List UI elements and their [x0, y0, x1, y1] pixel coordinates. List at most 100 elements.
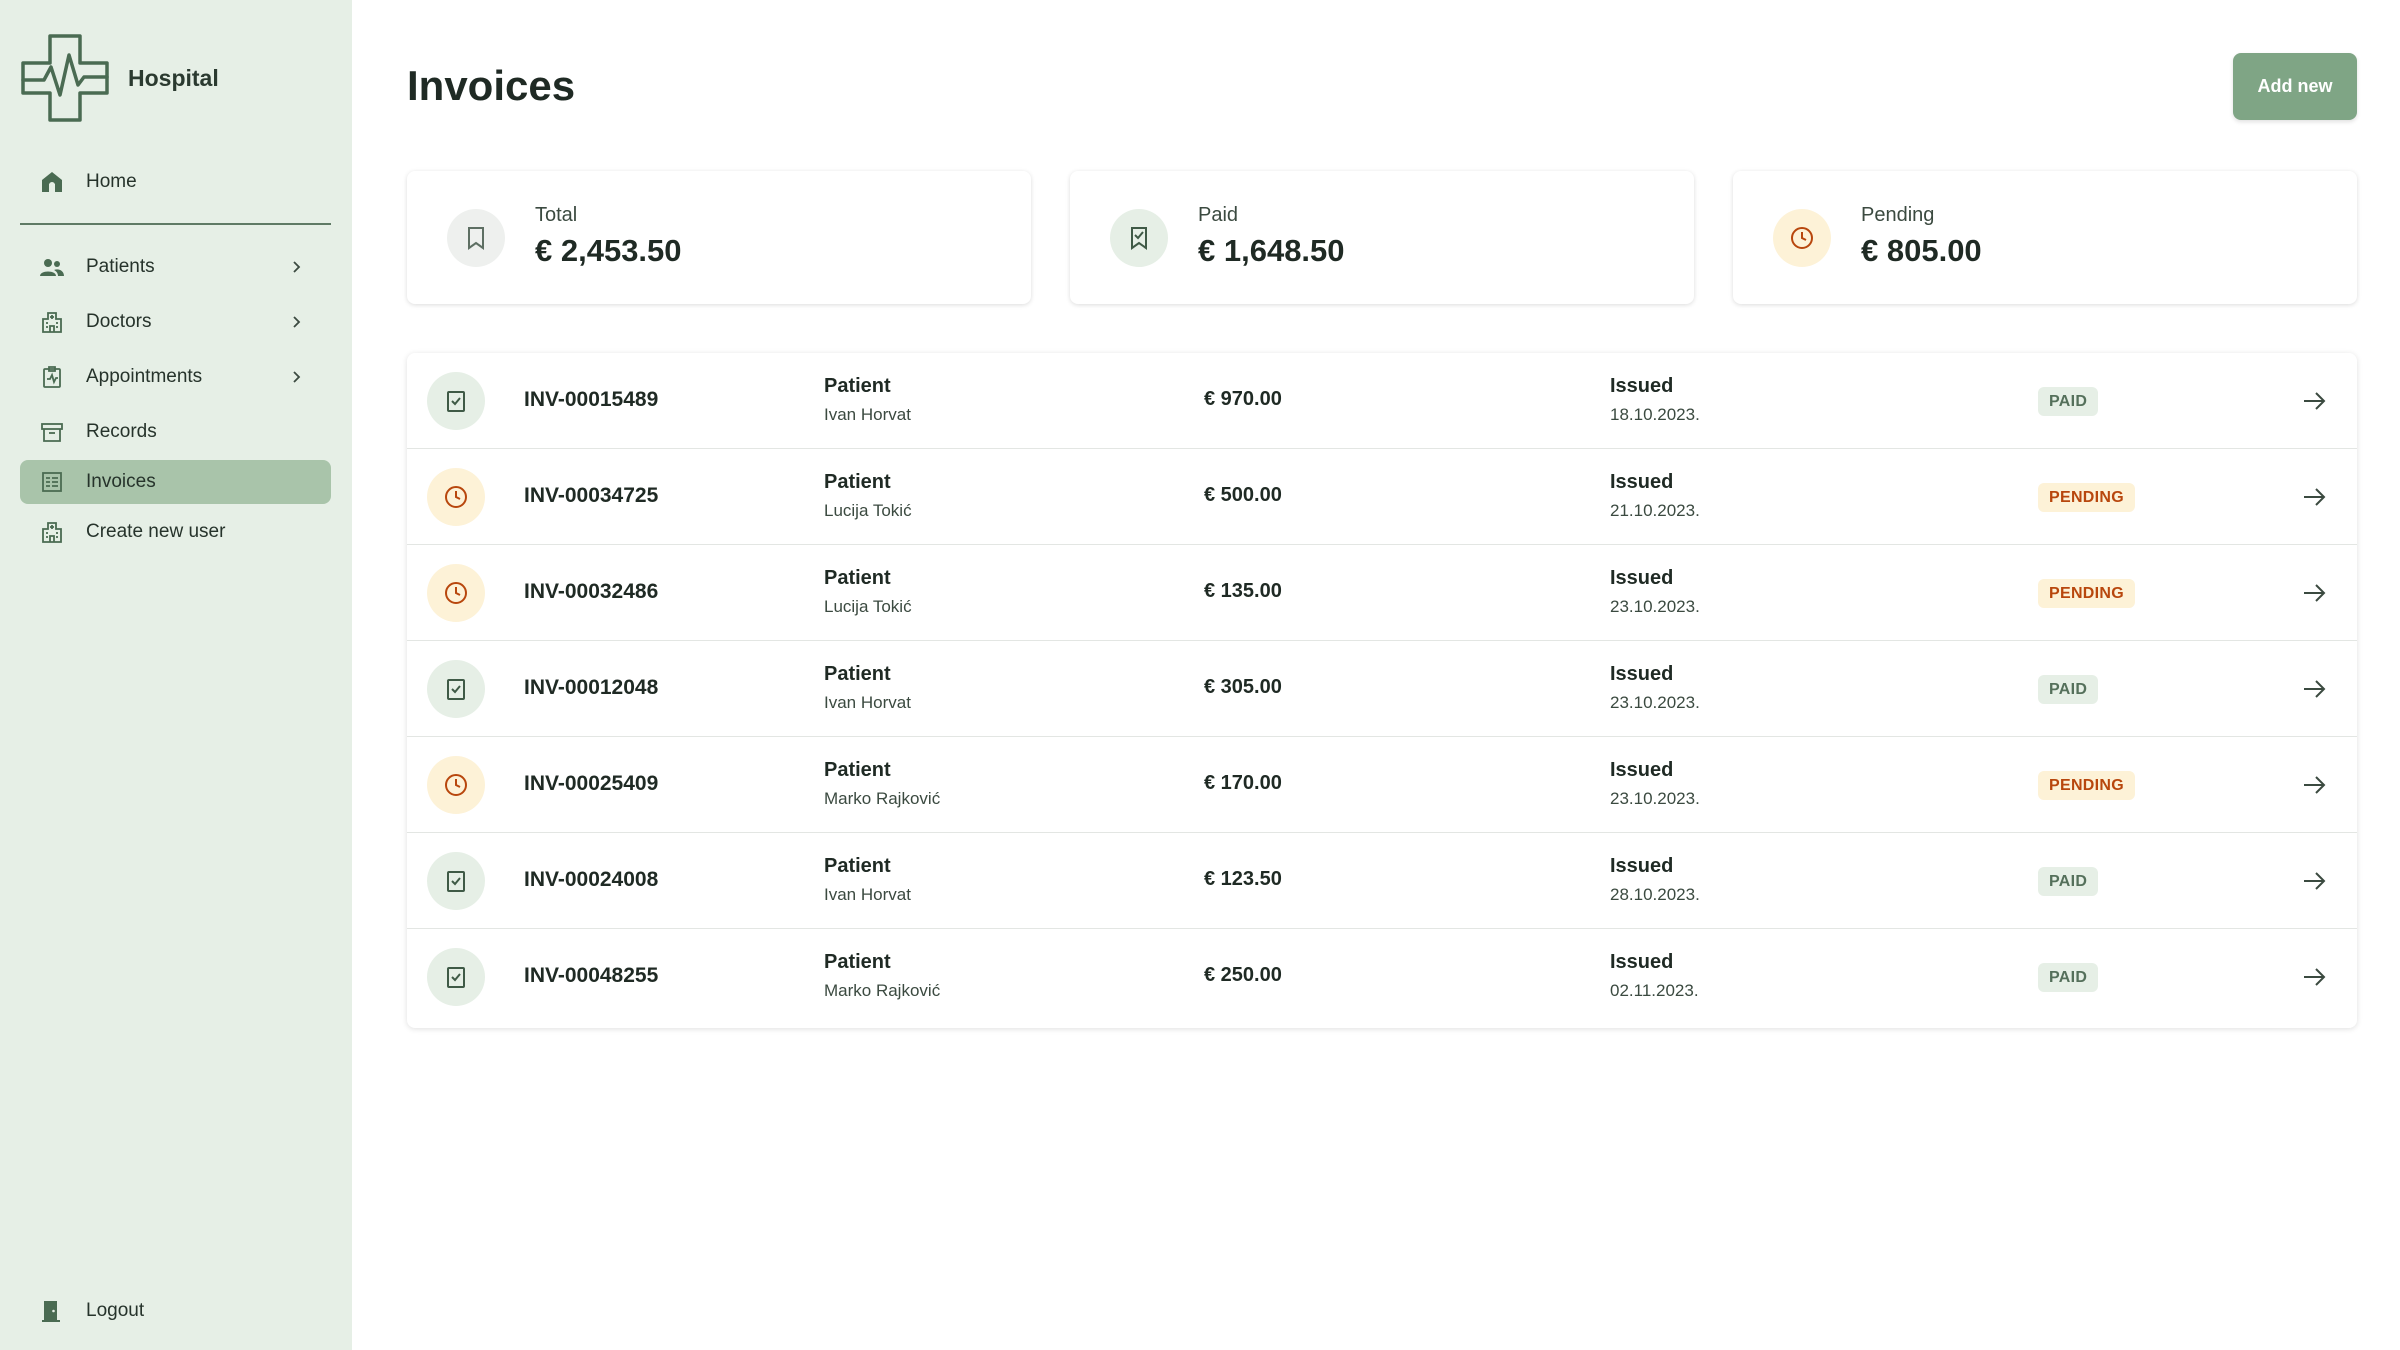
invoice-amount: € 135.00 — [1204, 580, 1282, 602]
patient-name: Lucija Tokić — [824, 597, 912, 616]
table-row[interactable]: INV-00024008 Patient Ivan Horvat € 123.5… — [407, 833, 2357, 929]
archive-icon — [39, 419, 65, 445]
issued-date: 18.10.2023. — [1610, 405, 1700, 424]
arrow-right-icon[interactable] — [2301, 676, 2327, 702]
stat-card-paid: Paid € 1,648.50 — [1070, 171, 1694, 304]
sidebar-item-label: Create new user — [86, 521, 226, 542]
sidebar-item-create-new-user[interactable]: Create new user — [20, 510, 331, 554]
receipt-check-icon — [427, 852, 485, 910]
invoice-id: INV-00012048 — [524, 676, 659, 699]
patient-label: Patient — [824, 663, 891, 685]
invoice-id: INV-00015489 — [524, 388, 659, 411]
arrow-right-icon[interactable] — [2301, 868, 2327, 894]
invoice-id: INV-00034725 — [524, 484, 659, 507]
sidebar-item-doctors[interactable]: Doctors — [20, 300, 331, 344]
invoice-table: INV-00015489 Patient Ivan Horvat € 970.0… — [407, 353, 2357, 1028]
issued-label: Issued — [1610, 855, 1674, 877]
invoice-amount: € 123.50 — [1204, 868, 1282, 890]
patient-name: Marko Rajković — [824, 789, 941, 808]
building-icon — [39, 519, 65, 545]
arrow-right-icon[interactable] — [2301, 484, 2327, 510]
sidebar: Hospital Home Patients Doctors Appointme… — [0, 0, 352, 1350]
issued-label: Issued — [1610, 759, 1674, 781]
sidebar-item-label: Appointments — [86, 366, 203, 387]
logout-label: Logout — [86, 1300, 145, 1321]
receipt-check-icon — [427, 948, 485, 1006]
invoice-id: INV-00032486 — [524, 580, 659, 603]
receipt-check-icon — [427, 660, 485, 718]
invoice-id: INV-00024008 — [524, 868, 659, 891]
stat-value: € 805.00 — [1861, 233, 1982, 268]
add-new-button[interactable]: Add new — [2233, 53, 2357, 120]
stat-label: Paid — [1198, 204, 1239, 226]
patient-label: Patient — [824, 759, 891, 781]
issued-label: Issued — [1610, 567, 1674, 589]
patient-name: Lucija Tokić — [824, 501, 912, 520]
brand[interactable]: Hospital — [20, 33, 219, 123]
patient-label: Patient — [824, 951, 891, 973]
sidebar-item-label: Invoices — [86, 471, 156, 492]
chevron-right-icon — [293, 261, 301, 273]
receipt-icon — [447, 209, 505, 267]
receipt-icon — [39, 469, 65, 495]
issued-label: Issued — [1610, 663, 1674, 685]
table-row[interactable]: INV-00048255 Patient Marko Rajković € 25… — [407, 929, 2357, 1025]
sidebar-item-home[interactable]: Home — [20, 160, 331, 204]
building-icon — [39, 309, 65, 335]
status-badge: PENDING — [2038, 579, 2135, 608]
invoice-amount: € 170.00 — [1204, 772, 1282, 794]
hospital-logo-icon — [21, 34, 109, 122]
chevron-right-icon — [293, 316, 301, 328]
patient-label: Patient — [824, 375, 891, 397]
door-exit-icon — [39, 1298, 65, 1324]
arrow-right-icon[interactable] — [2301, 580, 2327, 606]
issued-date: 23.10.2023. — [1610, 789, 1700, 808]
patient-name: Marko Rajković — [824, 981, 941, 1000]
brand-name: Hospital — [128, 64, 219, 91]
receipt-check-icon — [1110, 209, 1168, 267]
sidebar-item-appointments[interactable]: Appointments — [20, 355, 331, 399]
sidebar-item-patients[interactable]: Patients — [20, 245, 331, 289]
logout-button[interactable]: Logout — [20, 1289, 144, 1333]
stat-label: Total — [535, 204, 578, 226]
invoice-amount: € 250.00 — [1204, 964, 1282, 986]
table-row[interactable]: INV-00025409 Patient Marko Rajković € 17… — [407, 737, 2357, 833]
issued-date: 02.11.2023. — [1610, 981, 1699, 1000]
status-badge: PAID — [2038, 675, 2099, 704]
stat-card-total: Total € 2,453.50 — [407, 171, 1031, 304]
stat-label: Pending — [1861, 204, 1935, 226]
users-icon — [39, 254, 65, 280]
invoice-amount: € 305.00 — [1204, 676, 1282, 698]
clock-icon — [427, 756, 485, 814]
sidebar-item-label: Patients — [86, 256, 155, 277]
arrow-right-icon[interactable] — [2301, 772, 2327, 798]
issued-label: Issued — [1610, 471, 1674, 493]
issued-date: 23.10.2023. — [1610, 597, 1700, 616]
sidebar-item-records[interactable]: Records — [20, 410, 331, 454]
status-badge: PAID — [2038, 387, 2099, 416]
issued-date: 21.10.2023. — [1610, 501, 1700, 520]
sidebar-item-invoices[interactable]: Invoices — [20, 460, 331, 504]
sidebar-divider — [20, 223, 331, 225]
issued-date: 28.10.2023. — [1610, 885, 1700, 904]
patient-name: Ivan Horvat — [824, 885, 911, 904]
table-row[interactable]: INV-00015489 Patient Ivan Horvat € 970.0… — [407, 353, 2357, 449]
arrow-right-icon[interactable] — [2301, 964, 2327, 990]
issued-label: Issued — [1610, 951, 1674, 973]
status-badge: PAID — [2038, 867, 2099, 896]
table-row[interactable]: INV-00034725 Patient Lucija Tokić € 500.… — [407, 449, 2357, 545]
invoice-amount: € 970.00 — [1204, 388, 1282, 410]
patient-label: Patient — [824, 471, 891, 493]
patient-name: Ivan Horvat — [824, 405, 911, 424]
status-badge: PAID — [2038, 963, 2099, 992]
table-row[interactable]: INV-00032486 Patient Lucija Tokić € 135.… — [407, 545, 2357, 641]
page-title: Invoices — [407, 62, 576, 109]
sidebar-item-label: Doctors — [86, 311, 152, 332]
sidebar-item-label: Records — [86, 421, 157, 442]
table-row[interactable]: INV-00012048 Patient Ivan Horvat € 305.0… — [407, 641, 2357, 737]
patient-label: Patient — [824, 855, 891, 877]
arrow-right-icon[interactable] — [2301, 388, 2327, 414]
stat-card-pending: Pending € 805.00 — [1733, 171, 2357, 304]
clock-icon — [427, 564, 485, 622]
status-badge: PENDING — [2038, 771, 2135, 800]
